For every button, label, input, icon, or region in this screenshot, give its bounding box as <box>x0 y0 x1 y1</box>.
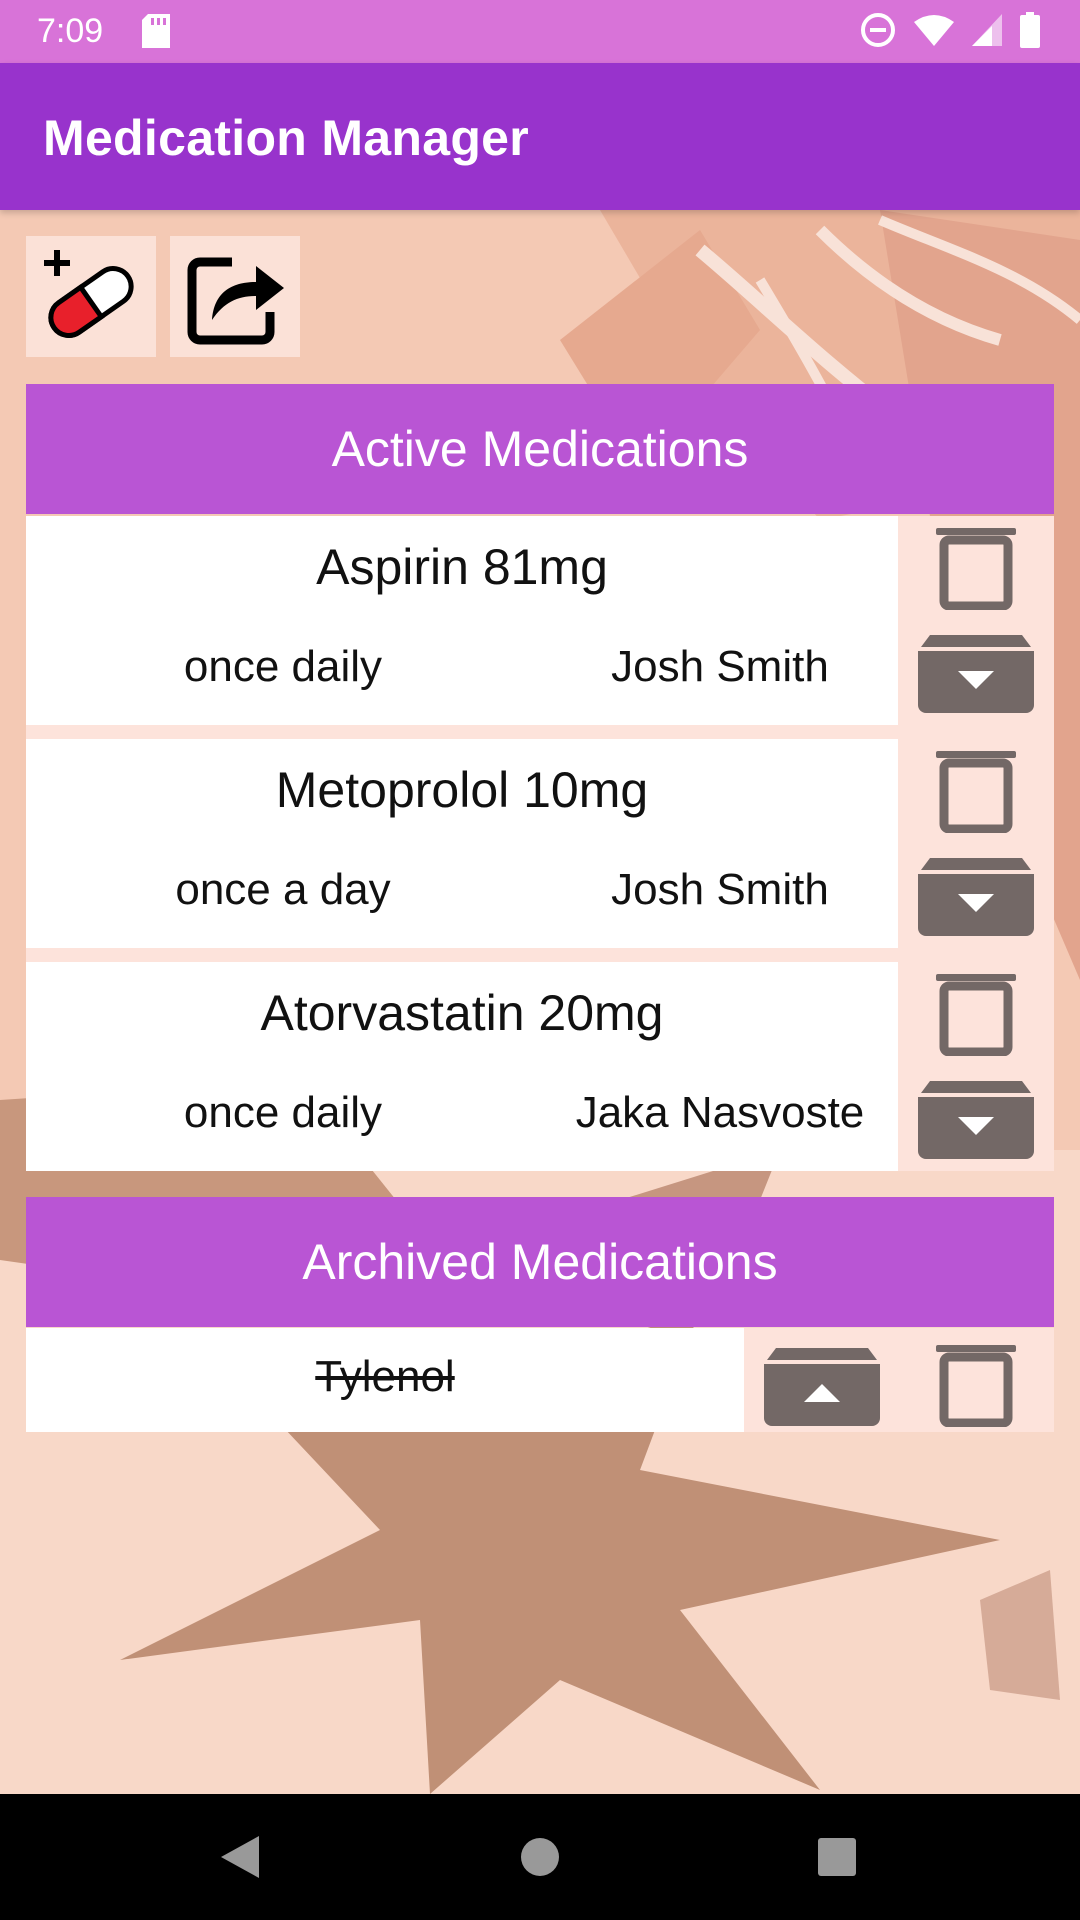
medication-prescriber: Josh Smith <box>611 865 829 914</box>
delete-icon[interactable] <box>934 526 1018 610</box>
medication-actions <box>898 725 1054 948</box>
medication-actions <box>898 516 1054 725</box>
medication-frequency: once a day <box>175 865 391 914</box>
pill-plus-icon <box>44 249 134 338</box>
signal-icon <box>972 14 1002 46</box>
do-not-disturb-icon <box>861 13 895 47</box>
medication-prescriber: Jaka Nasvoste <box>575 1088 865 1137</box>
medication-name: Aspirin 81mg <box>316 539 608 595</box>
medication-card[interactable]: Atorvastatin 20mg once daily Jaka Nasvos… <box>26 962 898 1171</box>
medication-name: Atorvastatin 20mg <box>260 985 664 1041</box>
archive-icon[interactable] <box>918 1079 1034 1159</box>
delete-icon[interactable] <box>934 972 1018 1056</box>
add-medication-button[interactable] <box>26 236 156 357</box>
archived-medication-actions <box>744 1328 1054 1432</box>
app-bar: Medication Manager <box>0 63 1080 210</box>
delete-icon[interactable] <box>934 1343 1018 1427</box>
home-icon[interactable] <box>518 1832 562 1882</box>
archived-medications-header: Archived Medications <box>26 1197 1054 1327</box>
delete-icon[interactable] <box>934 749 1018 833</box>
medication-actions <box>898 948 1054 1171</box>
archive-icon[interactable] <box>918 633 1034 713</box>
sd-card-icon <box>142 14 170 48</box>
share-button[interactable] <box>170 236 300 357</box>
status-time: 7:09 <box>37 12 104 50</box>
active-medications-title: Active Medications <box>331 421 749 477</box>
medication-frequency: once daily <box>183 1088 383 1137</box>
navigation-bar <box>0 1794 1080 1920</box>
active-medications-header: Active Medications <box>26 384 1054 514</box>
archived-medications-title: Archived Medications <box>302 1234 778 1290</box>
row-divider <box>26 725 898 739</box>
app-title: Medication Manager <box>43 110 530 166</box>
recents-icon[interactable] <box>815 1832 859 1882</box>
archived-medication-name: Tylenol <box>315 1352 455 1401</box>
archived-medication-card[interactable]: Tylenol <box>26 1328 744 1432</box>
medication-card[interactable]: Metoprolol 10mg once a day Josh Smith <box>26 739 898 948</box>
medication-card[interactable]: Aspirin 81mg once daily Josh Smith <box>26 516 898 725</box>
back-icon[interactable] <box>215 1832 265 1882</box>
medication-frequency: once daily <box>183 642 383 691</box>
medication-name: Metoprolol 10mg <box>275 762 649 818</box>
share-icon <box>187 257 284 344</box>
medication-prescriber: Josh Smith <box>611 642 829 691</box>
row-divider <box>26 948 898 962</box>
archive-icon[interactable] <box>918 856 1034 936</box>
status-bar: 7:09 <box>0 0 1080 63</box>
battery-icon <box>1020 12 1040 48</box>
unarchive-icon[interactable] <box>764 1346 880 1426</box>
wifi-icon <box>914 15 954 46</box>
